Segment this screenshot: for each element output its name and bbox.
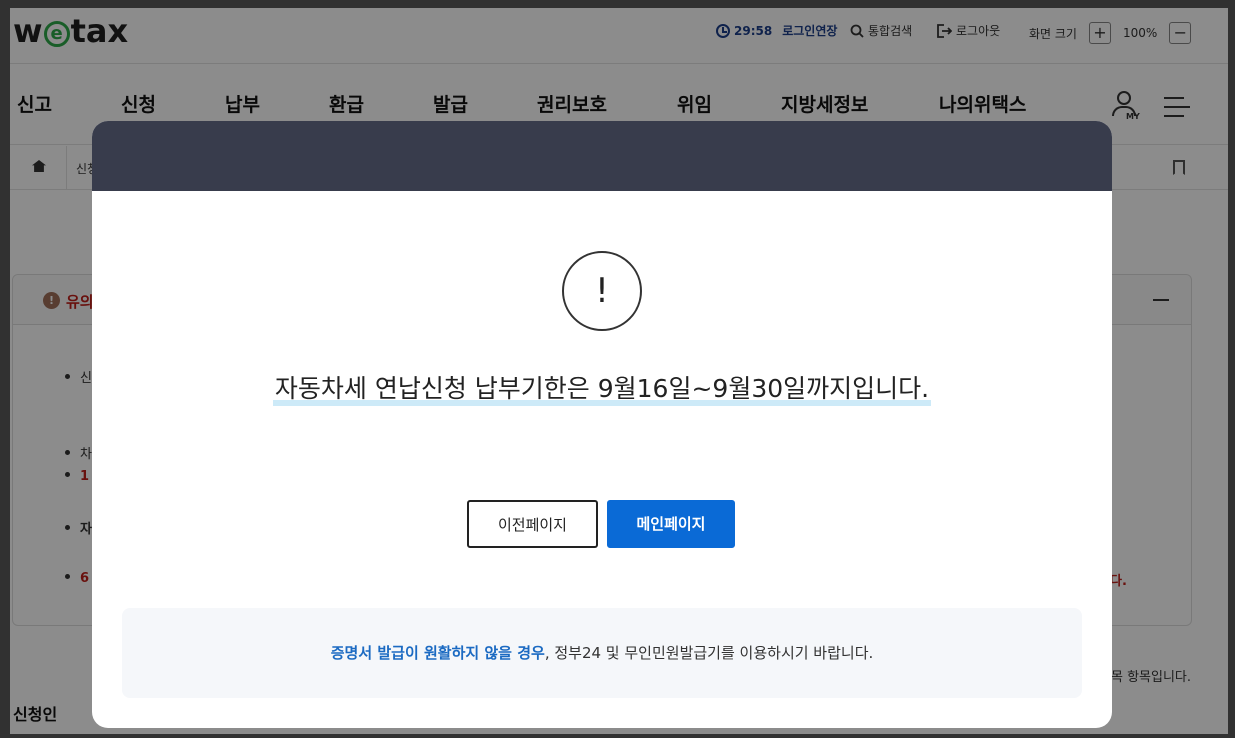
modal-header — [92, 121, 1112, 191]
modal-message: 자동차세 연납신청 납부기한은 9월16일~9월30일까지입니다. — [92, 369, 1112, 406]
alert-modal: ! 자동차세 연납신청 납부기한은 9월16일~9월30일까지입니다. 이전페이… — [92, 121, 1112, 728]
info-text: , 정부24 및 무인민원발급기를 이용하시기 바랍니다. — [544, 644, 874, 662]
info-highlight: 증명서 발급이 원활하지 않을 경우 — [330, 644, 545, 662]
modal-message-text: 자동차세 연납신청 납부기한은 9월16일~9월30일까지입니다. — [272, 369, 932, 406]
main-page-button[interactable]: 메인페이지 — [607, 500, 735, 548]
info-box: 증명서 발급이 원활하지 않을 경우, 정부24 및 무인민원발급기를 이용하시… — [122, 608, 1082, 698]
exclamation-icon: ! — [562, 251, 642, 331]
previous-page-button[interactable]: 이전페이지 — [467, 500, 598, 548]
